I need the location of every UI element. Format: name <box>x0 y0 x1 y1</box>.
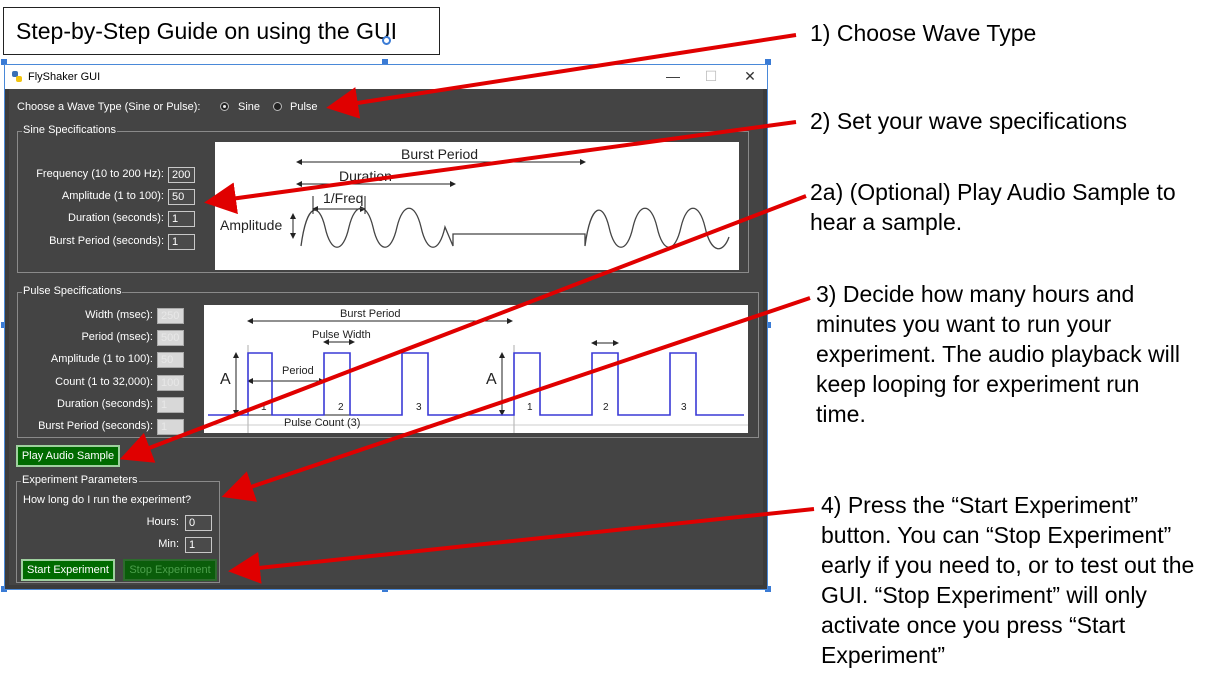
sine-burst-period-text: Burst Period <box>401 146 479 162</box>
duration-input[interactable]: 1 <box>168 211 195 227</box>
pulse-amplitude-input[interactable]: 50 <box>157 352 184 368</box>
amplitude-label: Amplitude (1 to 100): <box>61 190 164 202</box>
pulse-num-3: 3 <box>416 402 422 413</box>
window-title: FlyShaker GUI <box>28 71 101 83</box>
pulse-duration-label: Duration (seconds): <box>57 398 153 410</box>
radio-sine[interactable] <box>220 102 229 111</box>
pulse-diagram: Burst Period Pulse Width Period A A Puls… <box>204 305 748 433</box>
client-area: Choose a Wave Type (Sine or Pulse): Sine… <box>9 89 763 585</box>
pulse-specifications-group: Pulse Specifications Width (msec): 250 P… <box>17 285 759 438</box>
pulse-num-2b: 2 <box>603 402 609 413</box>
sine-amplitude-text: Amplitude <box>220 217 283 233</box>
hours-label: Hours: <box>146 516 179 528</box>
duration-label: Duration (seconds): <box>68 212 164 224</box>
pulse-num-1: 1 <box>261 402 267 413</box>
period-input[interactable]: 500 <box>157 330 184 346</box>
frequency-label: Frequency (10 to 200 Hz): <box>36 168 164 180</box>
minimize-icon[interactable]: — <box>653 65 693 89</box>
selection-handle[interactable] <box>382 36 391 45</box>
burst-period-input[interactable]: 1 <box>168 234 195 250</box>
python-app-icon <box>12 71 22 82</box>
pulse-count-text: Pulse Count (3) <box>284 417 361 429</box>
pulse-num-3b: 3 <box>681 402 687 413</box>
pulse-burst-period-label: Burst Period (seconds): <box>38 420 153 432</box>
experiment-group-title: Experiment Parameters <box>21 474 139 486</box>
count-label: Count (1 to 32,000): <box>55 376 153 388</box>
flyshaker-window: FlyShaker GUI — ☐ ✕ Choose a Wave Type (… <box>4 64 768 590</box>
window-titlebar[interactable]: FlyShaker GUI — ☐ ✕ <box>5 65 767 89</box>
wave-type-label: Choose a Wave Type (Sine or Pulse): <box>17 101 201 113</box>
sine-specifications-group: Sine Specifications Frequency (10 to 200… <box>17 124 749 273</box>
experiment-parameters-group: Experiment Parameters How long do I run … <box>16 474 220 583</box>
pulse-burst-period-input[interactable]: 1 <box>157 419 184 435</box>
stop-experiment-button[interactable]: Stop Experiment <box>123 559 217 581</box>
note-step-2a: 2a) (Optional) Play Audio Sample to hear… <box>810 179 1176 235</box>
pulse-burst-period-text: Burst Period <box>340 308 401 320</box>
count-input[interactable]: 100 <box>157 375 184 391</box>
sine-group-title: Sine Specifications <box>22 124 117 136</box>
start-experiment-button[interactable]: Start Experiment <box>21 559 115 581</box>
burst-period-label: Burst Period (seconds): <box>49 235 164 247</box>
pulse-num-2: 2 <box>338 402 344 413</box>
pulse-num-1b: 1 <box>527 402 533 413</box>
sine-freq-text: 1/Freq <box>323 190 364 206</box>
close-icon[interactable]: ✕ <box>730 65 770 89</box>
period-label: Period (msec): <box>81 331 153 343</box>
hours-input[interactable]: 0 <box>185 515 212 531</box>
width-label: Width (msec): <box>85 309 153 321</box>
radio-sine-label[interactable]: Sine <box>238 101 260 113</box>
amplitude-input[interactable]: 50 <box>168 189 195 205</box>
radio-pulse[interactable] <box>273 102 282 111</box>
min-label: Min: <box>158 538 179 550</box>
slide-title: Step-by-Step Guide on using the GUI <box>3 7 440 55</box>
maximize-icon[interactable]: ☐ <box>691 65 731 89</box>
note-step-4: 4) Press the “Start Experiment” button. … <box>821 492 1195 668</box>
radio-pulse-label[interactable]: Pulse <box>290 101 318 113</box>
play-audio-sample-button[interactable]: Play Audio Sample <box>16 445 120 467</box>
pulse-a-text-2: A <box>486 371 497 388</box>
sine-diagram: Burst Period Duration 1/Freq Amplitude <box>215 142 739 270</box>
pulse-width-text: Pulse Width <box>312 329 371 341</box>
min-input[interactable]: 1 <box>185 537 212 553</box>
experiment-question: How long do I run the experiment? <box>23 494 192 506</box>
pulse-group-title: Pulse Specifications <box>22 285 123 297</box>
sine-duration-text: Duration <box>339 168 392 184</box>
width-input[interactable]: 250 <box>157 308 184 324</box>
frequency-input[interactable]: 200 <box>168 167 195 183</box>
note-step-1: 1) Choose Wave Type <box>810 20 1037 46</box>
pulse-amplitude-label: Amplitude (1 to 100): <box>50 353 153 365</box>
pulse-a-text-1: A <box>220 371 231 388</box>
note-step-3: 3) Decide how many hours and minutes you… <box>816 281 1180 427</box>
pulse-duration-input[interactable]: 1 <box>157 397 184 413</box>
note-step-2: 2) Set your wave specifications <box>810 108 1128 134</box>
pulse-period-text: Period <box>282 365 314 377</box>
